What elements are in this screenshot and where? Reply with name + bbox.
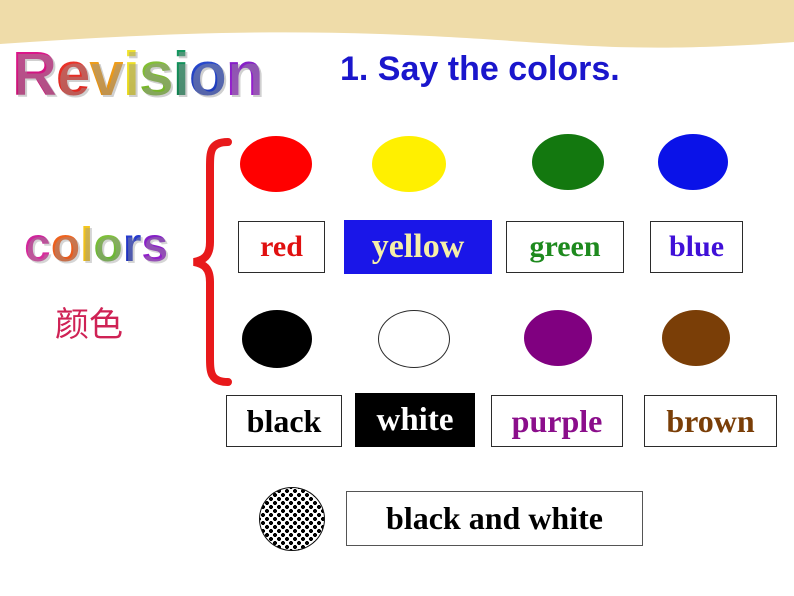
black-and-white-pattern-circle (259, 487, 325, 551)
label-box-black[interactable]: black (226, 395, 342, 447)
colors-letter-2: l (80, 219, 94, 272)
label-text-black: black (246, 402, 322, 439)
color-swatch-yellow (372, 136, 446, 192)
label-text-black-and-white: black and white (386, 500, 603, 536)
color-swatch-red (240, 136, 312, 192)
revision-letter-5: i (172, 40, 189, 109)
label-text-brown: brown (666, 402, 755, 439)
label-text-yellow: yellow (371, 228, 465, 265)
label-text-green: green (529, 230, 601, 263)
label-box-black-and-white[interactable]: black and white (346, 491, 643, 546)
label-box-white[interactable]: white (355, 393, 475, 447)
color-swatch-blue (658, 134, 728, 190)
revision-wordart-title: Revision (12, 40, 264, 109)
revision-letter-7: n (225, 40, 264, 109)
label-box-purple[interactable]: purple (491, 395, 623, 447)
revision-letter-3: i (122, 40, 140, 109)
label-box-brown[interactable]: brown (644, 395, 777, 447)
color-swatch-brown (662, 310, 730, 366)
label-box-red[interactable]: red (238, 221, 325, 273)
label-text-white: white (376, 401, 454, 438)
red-curly-brace (193, 138, 232, 386)
colors-letter-3: o (93, 219, 123, 272)
label-box-blue[interactable]: blue (650, 221, 743, 273)
revision-letter-6: o (188, 40, 227, 109)
colors-letter-5: s (141, 219, 169, 272)
color-swatch-purple (524, 310, 592, 366)
color-swatch-green (532, 134, 604, 190)
color-swatch-black (242, 310, 312, 368)
revision-letter-4: s (138, 40, 173, 109)
label-text-purple: purple (511, 402, 603, 439)
chinese-gloss-label: 颜色 (55, 305, 123, 345)
label-box-yellow[interactable]: yellow (344, 220, 492, 274)
revision-letter-2: v (89, 40, 123, 109)
revision-letter-1: e (55, 40, 90, 109)
page-title: 1. Say the colors. (340, 50, 620, 88)
revision-letter-0: R (12, 40, 57, 109)
colors-letter-4: r (122, 219, 142, 272)
colors-wordart-label: colors (24, 222, 168, 270)
brace-shape (193, 138, 232, 386)
label-box-green[interactable]: green (506, 221, 624, 273)
colors-letter-1: o (50, 219, 81, 272)
colors-letter-0: c (24, 219, 51, 272)
label-text-blue: blue (668, 230, 725, 263)
slide-canvas: Revision 1. Say the colors. colors 颜色 re… (0, 0, 794, 596)
color-swatch-white (378, 310, 450, 368)
label-text-red: red (260, 230, 303, 263)
